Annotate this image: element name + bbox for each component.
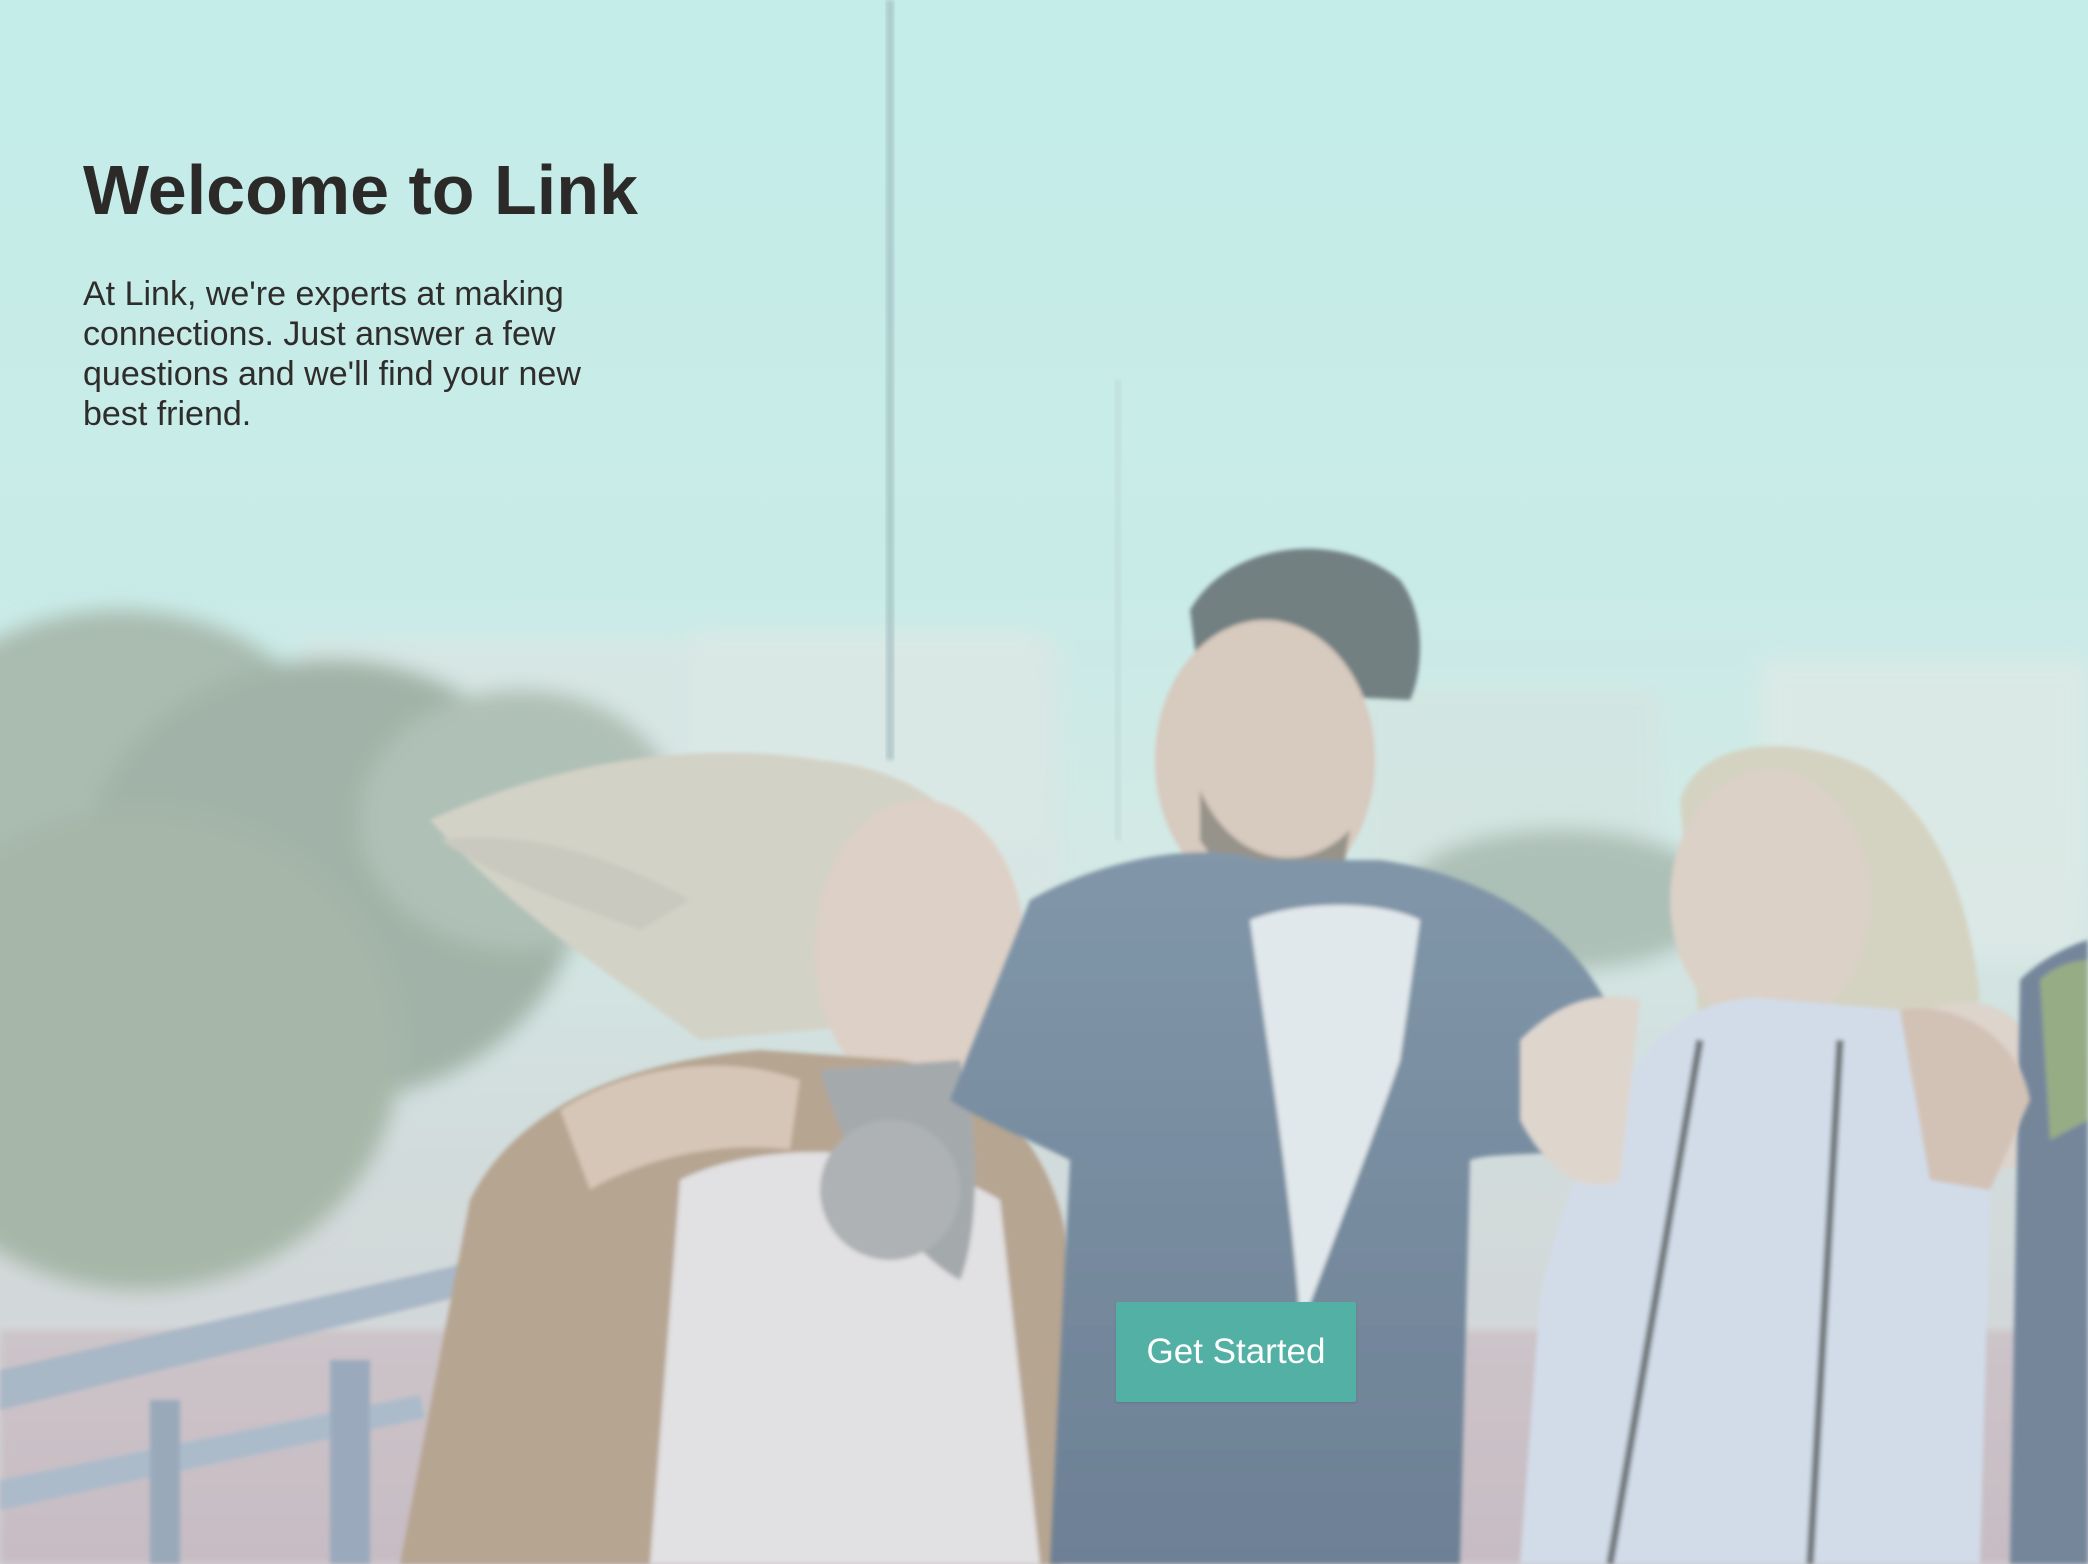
page-title: Welcome to Link	[83, 151, 638, 229]
get-started-button[interactable]: Get Started	[1116, 1302, 1356, 1402]
intro-paragraph: At Link, we're experts at making connect…	[83, 275, 581, 433]
hero-text-block: Welcome to Link At Link, we're experts a…	[83, 150, 643, 434]
welcome-page: Welcome to Link At Link, we're experts a…	[0, 0, 2088, 1564]
